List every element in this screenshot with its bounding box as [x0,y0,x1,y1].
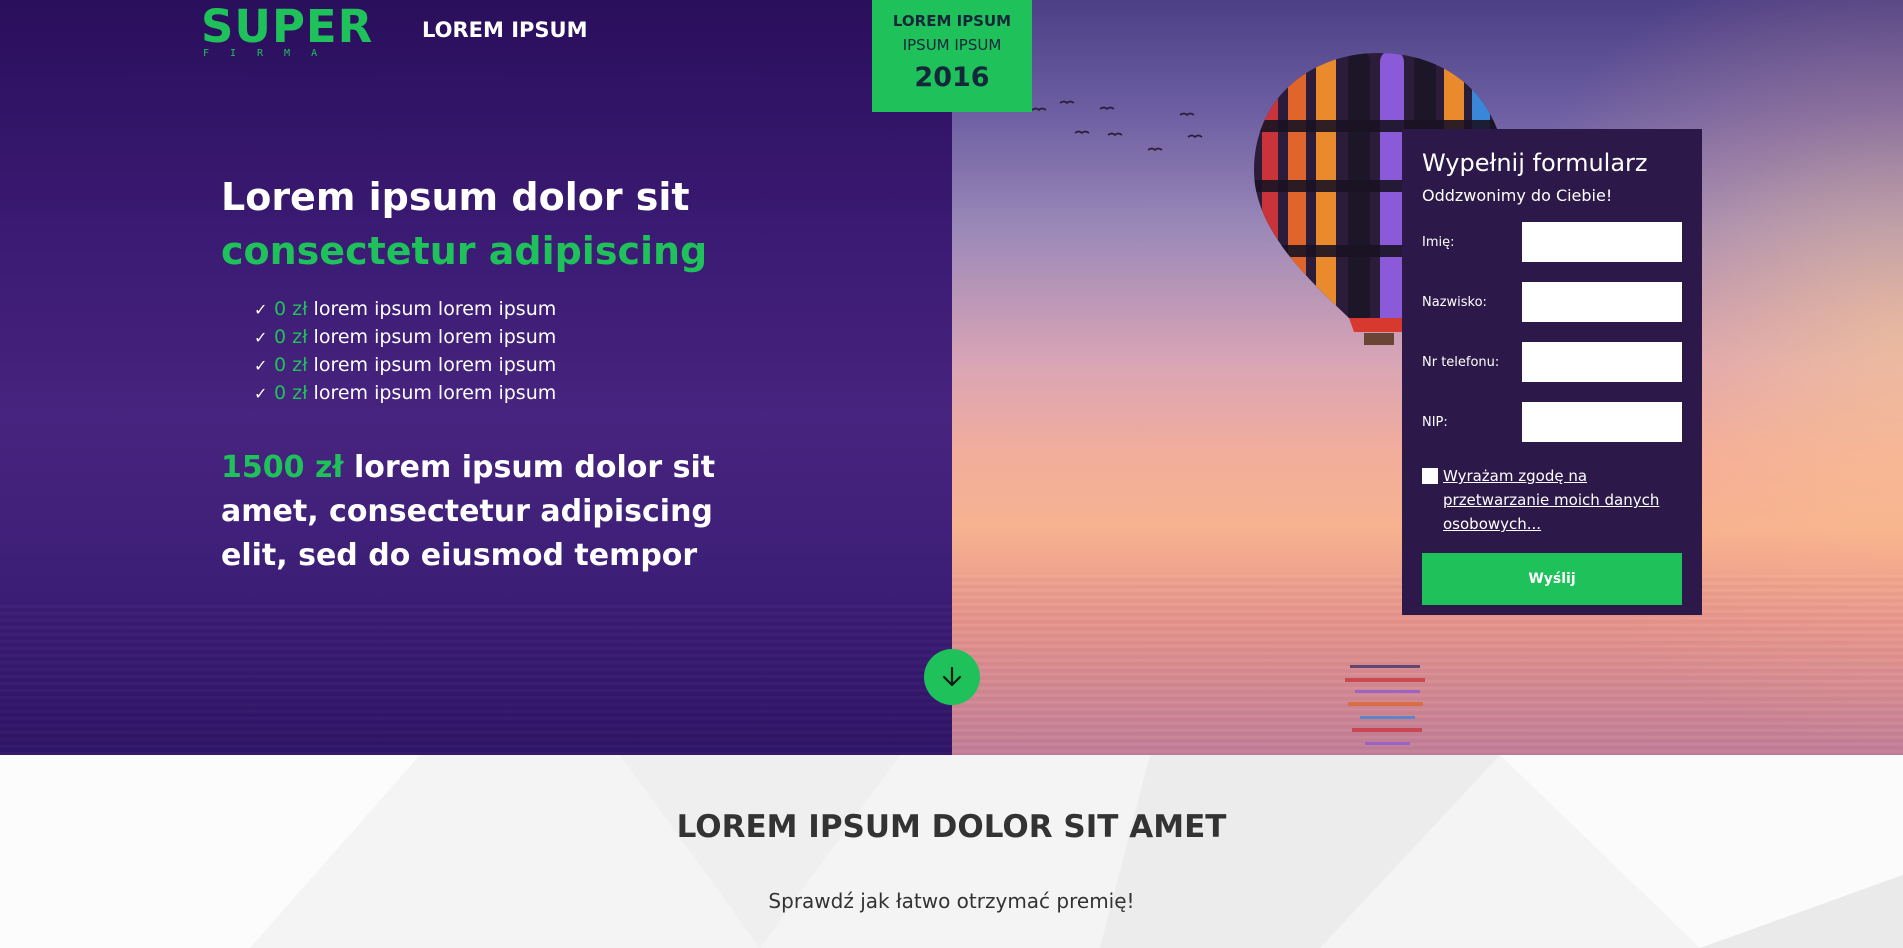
phone-field[interactable] [1522,342,1682,382]
arrow-down-icon [942,666,962,687]
item-price: 0 zł [274,298,308,320]
nav-link[interactable]: LOREM IPSUM [422,18,588,42]
form-fields: Imię: Nazwisko: Nr telefonu: NIP: [1422,222,1682,442]
last-name-field[interactable] [1522,282,1682,322]
list-item: ✓ 0 zł lorem ipsum lorem ipsum [254,323,556,351]
badge-line-1: LOREM IPSUM [892,12,1012,30]
badge-year: 2016 [914,62,990,93]
hero-section: SUPER FIRMA LOREM IPSUM LOREM IPSUM IPSU… [0,0,1903,755]
hero-headline: Lorem ipsum dolor sit consectetur adipis… [221,170,707,278]
consent-checkbox[interactable] [1422,468,1438,484]
form-subtitle: Oddzwonimy do Ciebie! [1422,186,1613,205]
background-pattern [0,755,1903,948]
list-item: ✓ 0 zł lorem ipsum lorem ipsum [254,379,556,407]
logo[interactable]: SUPER FIRMA [201,0,374,64]
check-icon: ✓ [254,300,268,319]
logo-text: SUPER [201,0,374,53]
phone-label: Nr telefonu: [1422,354,1500,370]
form-title: Wypełnij formularz [1422,149,1648,177]
offer-price: 1500 zł [221,450,344,485]
headline-main: Lorem ipsum dolor sit [221,175,690,219]
field-row-nip: NIP: [1422,402,1682,442]
nip-field[interactable] [1522,402,1682,442]
year-badge: LOREM IPSUM IPSUM IPSUM 2016 [872,0,1032,112]
item-price: 0 zł [274,382,308,404]
field-row-first-name: Imię: [1422,222,1682,262]
scroll-down-button[interactable] [924,649,980,705]
list-item: ✓ 0 zł lorem ipsum lorem ipsum [254,295,556,323]
last-name-label: Nazwisko: [1422,294,1487,310]
first-name-label: Imię: [1422,234,1455,250]
first-name-field[interactable] [1522,222,1682,262]
birds-image [1031,100,1203,152]
item-price: 0 zł [274,326,308,348]
section-title: LOREM IPSUM DOLOR SIT AMET [676,809,1227,845]
section-subtitle: Sprawdź jak łatwo otrzymać premię! [768,889,1135,913]
check-icon: ✓ [254,384,268,403]
consent-row: Wyrażam zgodę na przetwarzanie moich dan… [1422,464,1682,536]
badge-line-2: IPSUM IPSUM [902,36,1002,54]
field-row-phone: Nr telefonu: [1422,342,1682,382]
list-item: ✓ 0 zł lorem ipsum lorem ipsum [254,351,556,379]
item-text: lorem ipsum lorem ipsum [307,326,557,348]
balloon-reflection-image [1345,665,1425,745]
contact-form: Wypełnij formularz Oddzwonimy do Ciebie!… [1402,129,1702,615]
features-section: LOREM IPSUM DOLOR SIT AMET Sprawdź jak ł… [0,755,1903,948]
offer-text: 1500 zł lorem ipsum dolor sit amet, cons… [221,446,781,578]
item-text: lorem ipsum lorem ipsum [307,382,557,404]
item-price: 0 zł [274,354,308,376]
benefits-list: ✓ 0 zł lorem ipsum lorem ipsum ✓ 0 zł lore… [254,295,556,407]
check-icon: ✓ [254,356,268,375]
check-icon: ✓ [254,328,268,347]
item-text: lorem ipsum lorem ipsum [307,298,557,320]
item-text: lorem ipsum lorem ipsum [307,354,557,376]
headline-accent: consectetur adipiscing [221,229,708,273]
nip-label: NIP: [1422,414,1448,430]
field-row-last-name: Nazwisko: [1422,282,1682,322]
consent-link[interactable]: Wyrażam zgodę na przetwarzanie moich dan… [1443,464,1682,536]
submit-button[interactable]: Wyślij [1422,553,1682,605]
